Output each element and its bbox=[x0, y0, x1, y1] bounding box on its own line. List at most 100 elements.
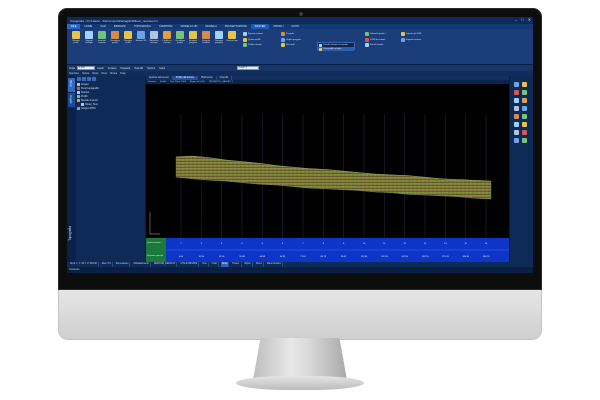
right-tool-icon[interactable] bbox=[522, 90, 527, 95]
tree-node-icon bbox=[77, 94, 80, 98]
band-distance-value: 95.67 bbox=[341, 256, 347, 258]
maximize-button[interactable]: □ bbox=[521, 18, 523, 22]
tree-item-label: Gruppo DTM bbox=[81, 106, 96, 110]
right-tool-icon[interactable] bbox=[522, 114, 527, 119]
tree-item[interactable]: Gruppo DTM bbox=[77, 106, 145, 110]
edit-tool[interactable]: Ruota bbox=[92, 73, 98, 75]
small-button-label: Progetto bbox=[286, 33, 295, 35]
ribbon-button[interactable]: Visualizza profilo bbox=[109, 31, 121, 45]
ribbon-small-group-a: Esporta sezioni Quote profilo Profilo sezi… bbox=[243, 32, 263, 47]
edit-tool[interactable]: Misura bbox=[110, 73, 117, 75]
title-bar: Topografia - [C:\Users\...\Documents\Det… bbox=[67, 17, 533, 24]
ribbon-small-button[interactable]: Esporta sezioni bbox=[401, 37, 421, 42]
small-button-label: Raccordi bbox=[286, 44, 295, 46]
toolbar-item[interactable]: Vista 3D bbox=[134, 67, 143, 70]
tree-item-label: Profili bbox=[81, 94, 88, 98]
delete-icon[interactable] bbox=[82, 77, 86, 81]
ribbon-small-button[interactable]: Volumi/superfici bbox=[365, 32, 385, 36]
ribbon-small-button[interactable]: Griglia progetto bbox=[281, 37, 301, 42]
right-tool-icon[interactable] bbox=[514, 114, 519, 119]
toolbar-item[interactable]: Colori bbox=[159, 67, 165, 70]
right-tool-icon[interactable] bbox=[522, 122, 527, 127]
ribbon-tool-icon bbox=[189, 31, 197, 39]
toolbar2-items: Livello Sezione Proprietà Vista 3D Sezioni Co… bbox=[97, 67, 165, 70]
tab-rilievo[interactable]: Rilievo bbox=[68, 78, 75, 92]
ribbon-button[interactable]: Sezioni profili bbox=[70, 31, 82, 45]
ribbon-small-button[interactable]: Raccordi bbox=[281, 43, 301, 47]
ribbon-small-button[interactable]: Progetto bbox=[281, 32, 301, 36]
toolbar-item[interactable]: Sezione bbox=[108, 67, 117, 70]
edit-tool[interactable]: Zoom bbox=[101, 73, 107, 75]
ribbon-button[interactable]: Visualizza profilo bbox=[174, 31, 186, 45]
ribbon-button-label: Sezione progetto bbox=[188, 40, 198, 45]
tree-node-icon bbox=[81, 102, 84, 106]
tab-progetto[interactable]: Progetto bbox=[68, 93, 75, 107]
ribbon-small-button[interactable]: DTM da sezioni bbox=[365, 37, 385, 42]
ribbon-button[interactable]: Profilo su sezione bbox=[161, 31, 173, 45]
right-tool-icon[interactable] bbox=[514, 98, 519, 103]
drawing-viewport[interactable]: Sezione del terreno Profilo del terreno Pl… bbox=[146, 76, 509, 262]
right-tool-icon[interactable] bbox=[522, 106, 527, 111]
dropdown-item-selected[interactable]: Crea profilo nuvola bbox=[318, 47, 354, 51]
toolbar-item[interactable]: Proprietà bbox=[120, 67, 130, 70]
ribbon-button-label: Disegna profili bbox=[123, 40, 133, 45]
ribbon-small-button[interactable]: Quote profilo bbox=[243, 37, 263, 42]
filter-icon[interactable] bbox=[92, 77, 96, 81]
tree-node-icon bbox=[77, 106, 80, 110]
band-distance-value: 84.79 bbox=[321, 256, 327, 258]
ribbon-small-button[interactable]: Profilo sezioni bbox=[243, 43, 263, 47]
minimize-button[interactable]: – bbox=[515, 18, 517, 22]
tree-node-icon bbox=[77, 82, 80, 86]
ribbon-small-group-d: Importa da DXF Esporta sezioni bbox=[401, 32, 421, 42]
scale-select[interactable]: 1:500 bbox=[76, 66, 95, 70]
add-icon[interactable] bbox=[77, 77, 81, 81]
right-tool-icon[interactable] bbox=[522, 130, 527, 135]
small-button-label: File di sezioni bbox=[370, 44, 384, 46]
ribbon-small-button[interactable]: Esporta sezioni bbox=[243, 32, 263, 36]
edit-tool[interactable]: Selezione bbox=[69, 73, 79, 75]
ribbon-button[interactable]: Ripristina sezione bbox=[148, 31, 160, 45]
ribbon-button[interactable]: Disegna progetto bbox=[213, 31, 225, 45]
tree-item-label: Sezioni bbox=[81, 90, 90, 94]
edit-tool[interactable]: Snap bbox=[120, 73, 125, 75]
right-tool-icon[interactable] bbox=[514, 82, 519, 87]
band-distance-value: 32.48 bbox=[239, 256, 245, 258]
ribbon-button[interactable]: Disegna profili bbox=[122, 31, 134, 45]
ribbon-small-button[interactable]: File di sezioni bbox=[365, 43, 385, 47]
ribbon-button-label: Sezioni profili bbox=[72, 40, 80, 45]
edit-tool[interactable]: Sposta bbox=[82, 73, 89, 75]
toolbar-item[interactable]: Livello bbox=[97, 67, 104, 70]
right-tool-icon[interactable] bbox=[514, 90, 519, 95]
right-tool-icon[interactable] bbox=[522, 82, 527, 87]
right-tool-icon[interactable] bbox=[514, 138, 519, 143]
layer-select[interactable]: Layer 0 bbox=[237, 66, 260, 70]
right-tool-icon[interactable] bbox=[514, 122, 519, 127]
ribbon-button[interactable]: Progetto stradale bbox=[200, 31, 212, 45]
ribbon-tool-icon bbox=[176, 31, 184, 39]
band-distance-value: 147.55 bbox=[401, 256, 408, 258]
ribbon-button[interactable]: Sezioni 3D bbox=[135, 31, 147, 45]
close-button[interactable]: ✕ bbox=[528, 18, 531, 22]
small-tool-icon bbox=[243, 32, 247, 36]
tree-node-icon bbox=[77, 86, 80, 90]
band-label-2: Distanze parziali bbox=[147, 254, 164, 257]
band-distance-value: 44.89 bbox=[260, 256, 266, 258]
right-tool-icon[interactable] bbox=[522, 98, 527, 103]
right-tool-icon[interactable] bbox=[522, 138, 527, 143]
right-tool-icon[interactable] bbox=[514, 106, 519, 111]
right-tool-icon[interactable] bbox=[514, 130, 519, 135]
scale-label: Scala bbox=[69, 66, 75, 70]
ribbon-small-button[interactable]: Importa da DXF bbox=[401, 32, 421, 36]
ribbon-tool-icon bbox=[137, 31, 145, 39]
band-distance-value: 56.31 bbox=[280, 256, 286, 258]
app-window: Topografia - [C:\Users\...\Documents\Det… bbox=[67, 17, 533, 273]
small-tool-icon bbox=[365, 43, 369, 47]
ribbon-button[interactable]: Sezione progetto bbox=[187, 31, 199, 45]
toolbar-item[interactable]: Sezioni bbox=[147, 67, 155, 70]
properties-icon[interactable] bbox=[87, 77, 91, 81]
ribbon-button[interactable]: Sezioni multiple bbox=[83, 31, 95, 45]
command-bar[interactable]: Comando: bbox=[67, 267, 533, 273]
ribbon-button[interactable]: Inserisci sezione bbox=[96, 31, 108, 45]
small-button-label: Griglia progetto bbox=[286, 38, 301, 41]
ribbon-button[interactable]: Sezioni tipo bbox=[226, 31, 238, 45]
